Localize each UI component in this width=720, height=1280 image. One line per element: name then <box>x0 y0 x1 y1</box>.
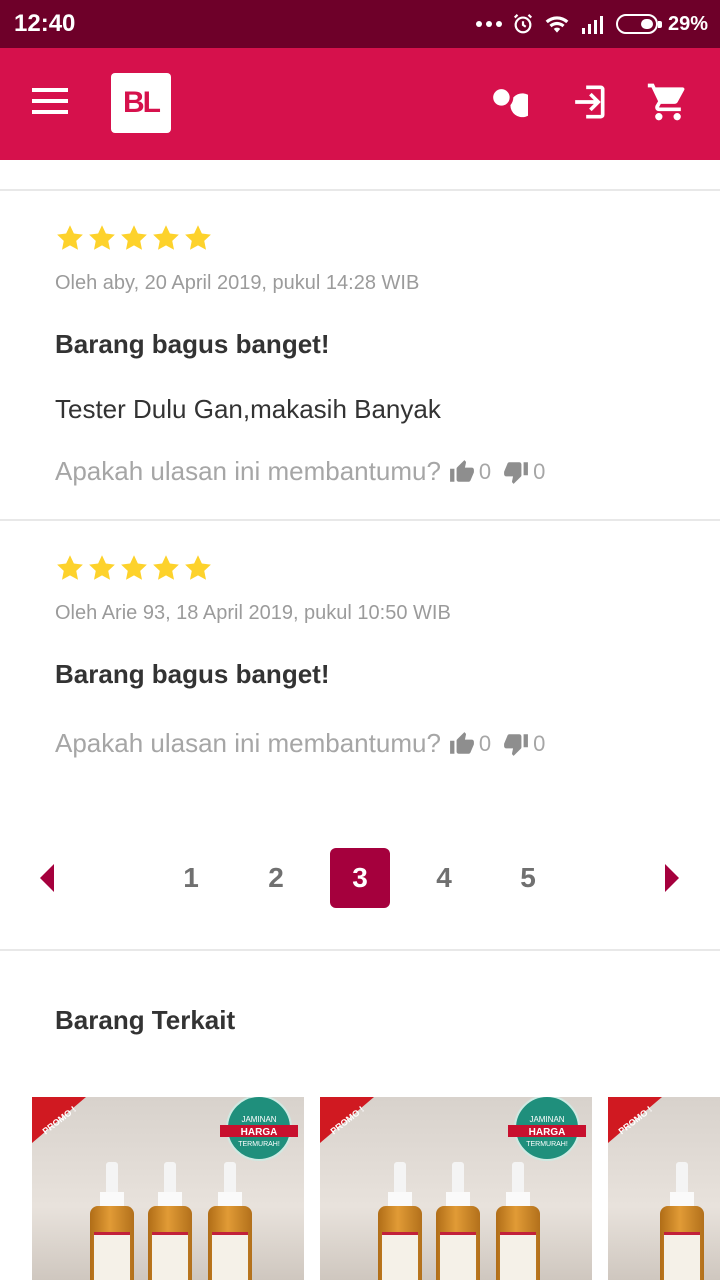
divider <box>0 519 720 521</box>
helpful-question: Apakah ulasan ini membantumu? <box>55 456 441 486</box>
review-item: Oleh Arie 93, 18 April 2019, pukul 10:50… <box>55 553 695 773</box>
wifi-icon <box>545 16 569 33</box>
star-icon <box>89 555 115 580</box>
star-icon <box>185 225 211 250</box>
review-helpful: Apakah ulasan ini membantumu? 0 0 <box>55 728 557 759</box>
search-icon[interactable] <box>484 80 535 124</box>
thumbs-up-icon[interactable] <box>449 731 475 757</box>
status-icons: 29% <box>475 10 708 38</box>
svg-text:HARGA: HARGA <box>241 1127 278 1138</box>
divider <box>0 949 720 951</box>
star-icon <box>57 225 83 250</box>
page-button-1[interactable]: 1 <box>161 848 221 908</box>
app-bar: BL <box>0 48 720 160</box>
notification-dots-icon <box>475 21 502 27</box>
related-product-card[interactable]: PROMO ! <box>608 1097 720 1280</box>
related-product-card[interactable]: PROMO ! JAMINAN HARGA TERMURAH! <box>320 1097 592 1280</box>
star-icon <box>153 555 179 580</box>
page-button-2[interactable]: 2 <box>246 848 306 908</box>
battery-percent: 29% <box>667 12 708 35</box>
menu-icon[interactable] <box>32 88 68 114</box>
svg-text:JAMINAN: JAMINAN <box>241 1115 276 1124</box>
related-section-title: Barang Terkait <box>55 1005 236 1035</box>
page-button-3-current[interactable]: 3 <box>330 848 390 908</box>
downvote-count: 0 <box>533 458 546 484</box>
related-product-card[interactable]: PROMO ! JAMINAN HARGA TERMURAH! <box>32 1097 304 1280</box>
star-icon <box>89 225 115 250</box>
bukalapak-logo[interactable]: BL <box>111 73 171 133</box>
cart-icon[interactable] <box>646 80 690 124</box>
login-icon[interactable] <box>566 80 610 124</box>
next-page-arrow-icon[interactable] <box>665 864 679 892</box>
signal-icon <box>581 16 603 34</box>
upvote-count: 0 <box>478 730 492 756</box>
alarm-icon <box>513 14 532 34</box>
status-bar: 12:40 29% <box>0 0 720 48</box>
helpful-question: Apakah ulasan ini membantumu? <box>55 728 441 758</box>
thumbs-down-icon[interactable] <box>503 731 529 757</box>
review-meta: Oleh aby, 20 April 2019, pukul 14:28 WIB <box>55 272 420 294</box>
svg-text:TERMURAH!: TERMURAH! <box>526 1141 568 1148</box>
product-bottle-image <box>378 1162 422 1280</box>
thumbs-down-icon[interactable] <box>503 459 529 485</box>
review-helpful: Apakah ulasan ini membantumu? 0 0 <box>55 456 557 487</box>
battery-icon <box>615 14 662 34</box>
rating-stars <box>55 553 695 585</box>
star-icon <box>121 225 147 250</box>
product-bottle-image <box>436 1162 480 1280</box>
review-meta: Oleh Arie 93, 18 April 2019, pukul 10:50… <box>55 602 451 624</box>
promo-ribbon: PROMO ! <box>32 1097 86 1143</box>
divider <box>0 189 720 191</box>
product-bottle-image <box>660 1162 704 1280</box>
price-guarantee-badge: JAMINAN HARGA TERMURAH! <box>220 1097 298 1161</box>
upvote-count: 0 <box>478 458 492 484</box>
prev-page-arrow-icon[interactable] <box>40 864 54 892</box>
thumbs-up-icon[interactable] <box>449 459 475 485</box>
product-bottle-image <box>90 1162 134 1280</box>
svg-text:TERMURAH!: TERMURAH! <box>238 1141 280 1148</box>
rating-stars <box>55 223 695 255</box>
review-item: Oleh aby, 20 April 2019, pukul 14:28 WIB… <box>55 223 695 513</box>
product-bottle-image <box>496 1162 540 1280</box>
star-icon <box>57 555 83 580</box>
star-icon <box>185 555 211 580</box>
star-icon <box>121 555 147 580</box>
downvote-count: 0 <box>533 730 546 756</box>
product-bottle-image <box>148 1162 192 1280</box>
page-button-5[interactable]: 5 <box>498 848 558 908</box>
promo-ribbon: PROMO ! <box>608 1097 662 1143</box>
svg-text:JAMINAN: JAMINAN <box>529 1115 564 1124</box>
status-time: 12:40 <box>14 10 76 37</box>
review-title: Barang bagus banget! <box>55 329 330 359</box>
promo-ribbon: PROMO ! <box>320 1097 374 1143</box>
svg-text:HARGA: HARGA <box>529 1127 566 1138</box>
product-bottle-image <box>208 1162 252 1280</box>
price-guarantee-badge: JAMINAN HARGA TERMURAH! <box>508 1097 586 1161</box>
review-title: Barang bagus banget! <box>55 659 330 689</box>
pagination: 1 2 3 4 5 <box>0 848 720 910</box>
star-icon <box>153 225 179 250</box>
page-button-4[interactable]: 4 <box>414 848 474 908</box>
review-body: Tester Dulu Gan,makasih Banyak <box>55 394 441 424</box>
